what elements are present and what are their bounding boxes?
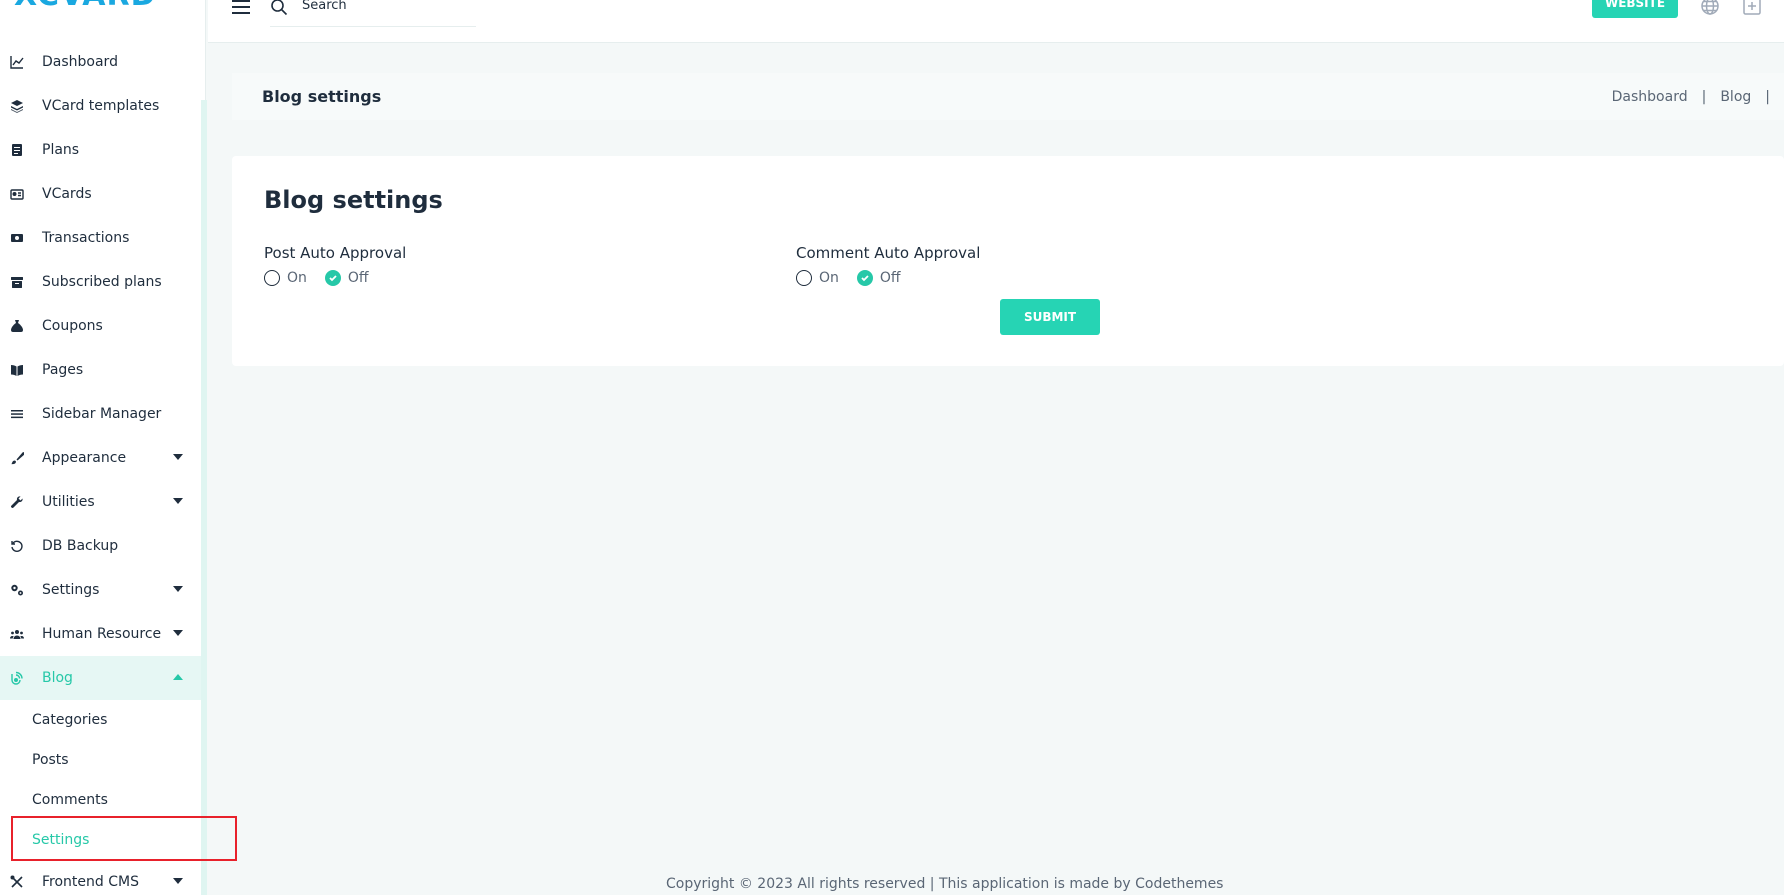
- sidebar-item-label: Frontend CMS: [42, 874, 139, 890]
- comment-auto-approval-field: Comment Auto Approval On Off: [796, 244, 980, 286]
- sidebar-item-label: Sidebar Manager: [42, 406, 162, 422]
- sidebar-item-blog[interactable]: Blog: [0, 656, 201, 700]
- app-logo[interactable]: XCVARD: [14, 0, 156, 13]
- sidebar-item-coupons[interactable]: Coupons: [0, 304, 201, 348]
- website-button[interactable]: WEBSITE: [1592, 0, 1678, 18]
- breadcrumb-dashboard[interactable]: Dashboard: [1612, 89, 1688, 105]
- sidebar-item-label: Utilities: [42, 494, 95, 510]
- sidebar-item-frontend-cms[interactable]: Frontend CMS: [0, 860, 201, 895]
- radio-unchecked-icon: [796, 270, 812, 286]
- hamburger-menu-icon[interactable]: [232, 0, 250, 14]
- footer-copyright: Copyright © 2023 All rights reserved | T…: [666, 876, 1224, 892]
- comment-auto-approval-on-radio[interactable]: On: [796, 270, 839, 286]
- add-square-icon[interactable]: [1742, 0, 1762, 16]
- search-icon: [271, 0, 288, 16]
- sidebar-item-transactions[interactable]: Transactions: [0, 216, 201, 260]
- chart-line-icon: [8, 53, 26, 71]
- radio-unchecked-icon: [264, 270, 280, 286]
- search-box: [270, 0, 476, 27]
- money-bag-icon: [8, 317, 26, 335]
- bars-icon: [8, 405, 26, 423]
- sidebar-item-pages[interactable]: Pages: [0, 348, 201, 392]
- sidebar-item-utilities[interactable]: Utilities: [0, 480, 201, 524]
- layers-icon: [8, 97, 26, 115]
- breadcrumb: Dashboard | Blog |: [1612, 89, 1784, 105]
- post-auto-approval-off-radio[interactable]: Off: [324, 270, 369, 286]
- breadcrumb-separator: |: [1765, 89, 1770, 105]
- book-open-icon: [8, 361, 26, 379]
- history-icon: [8, 537, 26, 555]
- chevron-down-icon: [173, 630, 183, 636]
- gears-icon: [8, 581, 26, 599]
- radio-label: On: [819, 270, 839, 286]
- radio-label: On: [287, 270, 307, 286]
- document-icon: [8, 141, 26, 159]
- sidebar-item-sidebar-manager[interactable]: Sidebar Manager: [0, 392, 201, 436]
- users-icon: [8, 625, 26, 643]
- sidebar-item-label: DB Backup: [42, 538, 119, 554]
- sidebar-item-settings[interactable]: Settings: [0, 568, 201, 612]
- sidebar-item-label: Dashboard: [42, 54, 118, 70]
- sidebar-item-vcard-templates[interactable]: VCard templates: [0, 84, 201, 128]
- blog-settings-card: Blog settings Post Auto Approval On Off …: [232, 156, 1784, 366]
- post-auto-approval-field: Post Auto Approval On Off: [264, 244, 406, 286]
- sidebar-item-label: Blog: [42, 670, 73, 686]
- sidebar-item-subscribed-plans[interactable]: Subscribed plans: [0, 260, 201, 304]
- card-title: Blog settings: [264, 186, 443, 214]
- sidebar-subitem-categories[interactable]: Categories: [0, 700, 201, 740]
- submit-button[interactable]: SUBMIT: [1000, 299, 1100, 335]
- sidebar-scrollbar[interactable]: [201, 100, 207, 895]
- sidebar-item-dashboard[interactable]: Dashboard: [0, 40, 201, 84]
- comment-auto-approval-off-radio[interactable]: Off: [856, 270, 901, 286]
- chevron-down-icon: [173, 586, 183, 592]
- sidebar-item-label: Subscribed plans: [42, 274, 162, 290]
- blog-icon: [8, 669, 26, 687]
- globe-icon[interactable]: [1700, 0, 1720, 16]
- brush-icon: [8, 449, 26, 467]
- wrench-icon: [8, 493, 26, 511]
- sidebar-item-label: VCard templates: [42, 98, 160, 114]
- radio-checked-icon: [856, 270, 873, 286]
- sidebar-item-label: Settings: [42, 582, 100, 598]
- archive-icon: [8, 273, 26, 291]
- radio-label: Off: [347, 270, 369, 286]
- post-auto-approval-radio-group: On Off: [264, 270, 406, 286]
- radio-checked-icon: [324, 270, 341, 286]
- sidebar-item-label: VCards: [42, 186, 92, 202]
- money-bill-icon: [8, 229, 26, 247]
- page-title: Blog settings: [262, 87, 382, 106]
- sidebar-item-label: Transactions: [42, 230, 130, 246]
- chevron-down-icon: [173, 454, 183, 460]
- search-input[interactable]: [302, 0, 472, 14]
- page-title-bar: Blog settings Dashboard | Blog |: [232, 73, 1784, 120]
- sidebar-item-vcards[interactable]: VCards: [0, 172, 201, 216]
- breadcrumb-separator: |: [1701, 89, 1707, 105]
- sidebar-subitem-posts[interactable]: Posts: [0, 740, 201, 780]
- tools-icon: [8, 873, 26, 891]
- id-card-icon: [8, 185, 26, 203]
- sidebar-subitem-settings[interactable]: Settings: [0, 820, 201, 860]
- sidebar-nav: Dashboard VCard templates Plans VCards T…: [0, 40, 201, 895]
- breadcrumb-blog[interactable]: Blog: [1720, 89, 1751, 105]
- radio-label: Off: [879, 270, 901, 286]
- sidebar-item-appearance[interactable]: Appearance: [0, 436, 201, 480]
- sidebar-item-label: Pages: [42, 362, 84, 378]
- comment-auto-approval-radio-group: On Off: [796, 270, 980, 286]
- sidebar-item-label: Appearance: [42, 450, 127, 466]
- chevron-down-icon: [173, 878, 183, 884]
- sidebar: XCVARD Dashboard VCard templates Plans V…: [0, 0, 206, 895]
- sidebar-item-label: Coupons: [42, 318, 103, 334]
- sidebar-item-human-resource[interactable]: Human Resource: [0, 612, 201, 656]
- top-header: WEBSITE: [208, 0, 1784, 43]
- sidebar-item-label: Human Resource: [42, 626, 162, 642]
- sidebar-item-label: Plans: [42, 142, 80, 158]
- sidebar-item-plans[interactable]: Plans: [0, 128, 201, 172]
- comment-auto-approval-label: Comment Auto Approval: [796, 244, 981, 262]
- chevron-up-icon: [173, 674, 183, 680]
- sidebar-item-db-backup[interactable]: DB Backup: [0, 524, 201, 568]
- post-auto-approval-on-radio[interactable]: On: [264, 270, 307, 286]
- sidebar-subitem-comments[interactable]: Comments: [0, 780, 201, 820]
- post-auto-approval-label: Post Auto Approval: [264, 244, 407, 262]
- chevron-down-icon: [173, 498, 183, 504]
